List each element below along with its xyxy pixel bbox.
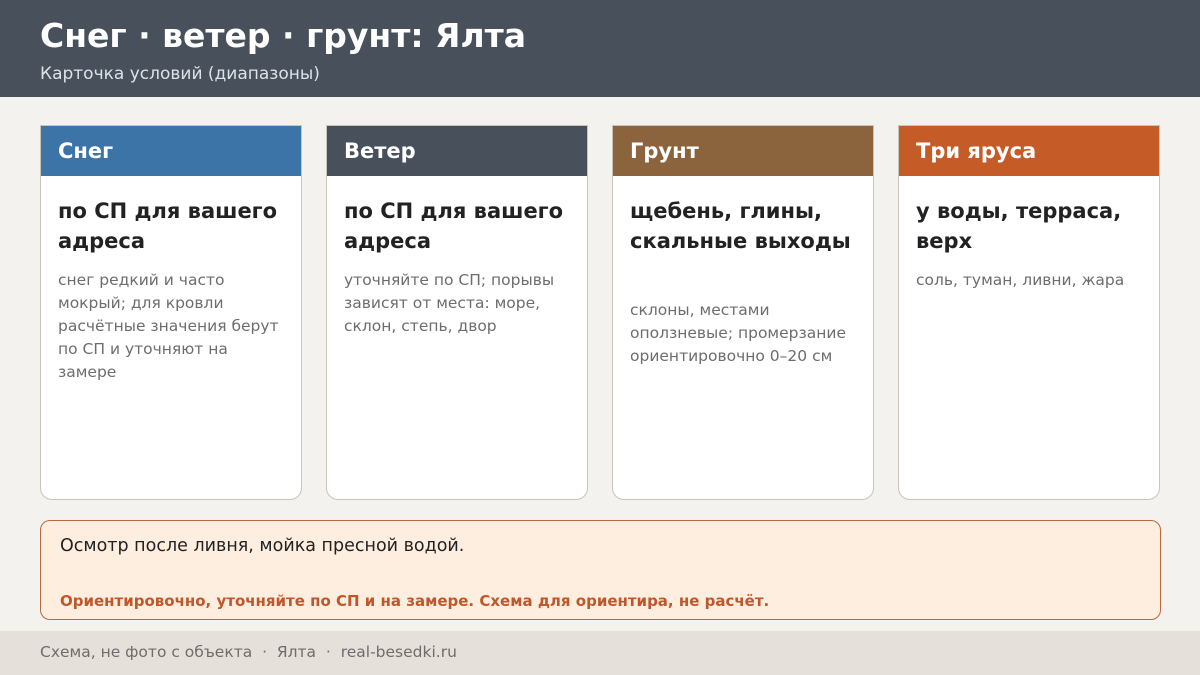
- card-header-wind: Ветер: [327, 126, 587, 176]
- card-note: склоны, местами оползневые; промерзание …: [630, 301, 846, 365]
- card-header-soil: Грунт: [613, 126, 873, 176]
- footer: Схема, не фото с объекта · Ялта · real-b…: [0, 631, 1200, 675]
- card-header-tiers: Три яруса: [899, 126, 1159, 176]
- footer-text: Схема, не фото с объекта · Ялта · real-b…: [40, 643, 457, 661]
- page-title: Снег · ветер · грунт: Ялта: [40, 16, 527, 55]
- card-title: Ветер: [344, 139, 416, 163]
- card-soil: Грунт щебень, глины, скальные выходы скл…: [612, 125, 874, 500]
- notice-box: Осмотр после ливня, мойка пресной водой.…: [40, 520, 1161, 620]
- card-header-snow: Снег: [41, 126, 301, 176]
- card-value: у воды, терраса, верх: [916, 199, 1122, 253]
- card-value: по СП для вашего адреса: [344, 199, 564, 253]
- card-wind: Ветер по СП для вашего адреса уточняйте …: [326, 125, 588, 500]
- notice-warning: Ориентировочно, уточняйте по СП и на зам…: [60, 592, 770, 610]
- notice-text: Осмотр после ливня, мойка пресной водой.: [60, 536, 465, 556]
- card-tiers: Три яруса у воды, терраса, верх соль, ту…: [898, 125, 1160, 500]
- card-title: Снег: [58, 139, 114, 163]
- card-title: Три яруса: [916, 139, 1037, 163]
- card-title: Грунт: [630, 139, 699, 163]
- card-snow: Снег по СП для вашего адреса снег редкий…: [40, 125, 302, 500]
- card-value: по СП для вашего адреса: [58, 199, 278, 253]
- card-value: щебень, глины, скальные выходы: [630, 199, 851, 253]
- card-note: снег редкий и часто мокрый; для кровли р…: [58, 271, 279, 381]
- header: Снег · ветер · грунт: Ялта Карточка усло…: [0, 0, 1200, 97]
- card-note: соль, туман, ливни, жара: [916, 271, 1125, 289]
- page-subtitle: Карточка условий (диапазоны): [40, 64, 320, 84]
- card-note: уточняйте по СП; порывы зависят от места…: [344, 271, 555, 335]
